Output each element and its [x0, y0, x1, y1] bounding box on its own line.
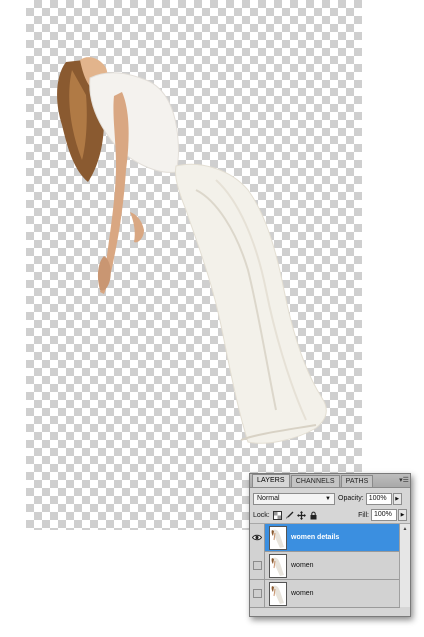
panel-tab-bar: LAYERS CHANNELS PATHS ▾☰	[250, 474, 410, 488]
lock-all-icon[interactable]	[309, 510, 319, 520]
lock-transparent-icon[interactable]	[273, 510, 283, 520]
lock-move-icon[interactable]	[297, 510, 307, 520]
lock-brush-icon[interactable]	[285, 510, 295, 520]
document-canvas[interactable]	[26, 0, 362, 530]
blend-mode-value: Normal	[257, 495, 280, 502]
opacity-slider-button[interactable]: ▶	[392, 492, 402, 505]
layers-scrollbar[interactable]: ▲	[399, 524, 410, 607]
layers-panel: LAYERS CHANNELS PATHS ▾☰ Normal ▼ Opacit…	[249, 473, 411, 617]
layer-name: women	[291, 590, 314, 597]
fill-slider-button[interactable]: ▶	[398, 509, 407, 521]
visibility-off-box	[252, 589, 262, 598]
eye-icon	[252, 534, 262, 541]
fill-label: Fill:	[358, 511, 369, 519]
layer-name: women details	[291, 534, 340, 541]
levitating-woman-image	[57, 57, 327, 444]
visibility-off-box	[252, 561, 262, 570]
layer-name: women	[291, 562, 314, 569]
visibility-toggle[interactable]	[250, 523, 265, 552]
chevron-down-icon: ▼	[325, 495, 331, 502]
scroll-up-icon[interactable]: ▲	[400, 524, 410, 534]
layer-row-women-details[interactable]: women details	[250, 523, 400, 552]
blend-mode-select[interactable]: Normal ▼	[253, 492, 335, 505]
lock-label: Lock:	[253, 511, 270, 519]
visibility-toggle[interactable]	[250, 579, 265, 608]
layer-thumbnail	[269, 553, 287, 578]
tab-paths[interactable]: PATHS	[340, 475, 374, 487]
lock-row: Lock: Fill: 100% ▶	[250, 507, 410, 524]
layer-row-women[interactable]: women	[250, 551, 400, 580]
tab-channels[interactable]: CHANNELS	[290, 475, 340, 487]
layers-list: women details women women ▲	[250, 523, 410, 608]
opacity-label: Opacity:	[338, 495, 364, 502]
layer-thumbnail	[269, 581, 287, 606]
layer-row-women-copy[interactable]: women	[250, 579, 400, 608]
panel-menu-icon[interactable]: ▾☰	[398, 475, 410, 487]
layer-thumbnail	[269, 525, 287, 550]
fill-input[interactable]: 100%	[371, 509, 397, 521]
tab-layers[interactable]: LAYERS	[252, 474, 290, 487]
blend-row: Normal ▼ Opacity: 100% ▶	[250, 490, 410, 507]
visibility-toggle[interactable]	[250, 551, 265, 580]
opacity-input[interactable]: 100%	[365, 492, 392, 505]
